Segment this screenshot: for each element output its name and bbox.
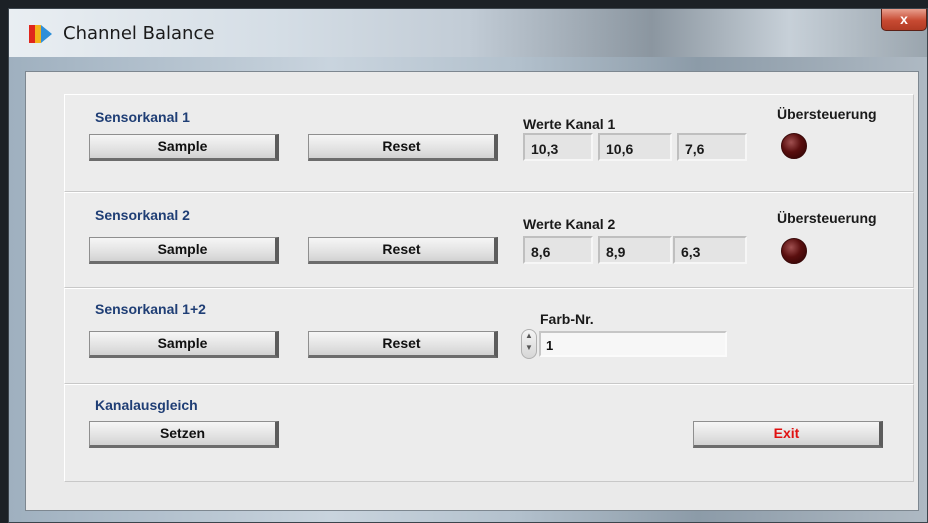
values-label-channel-2: Werte Kanal 2 xyxy=(523,216,616,232)
app-logo-icon xyxy=(29,25,52,43)
section-label: Kanalausgleich xyxy=(95,397,198,413)
section-label: Sensorkanal 1 xyxy=(95,109,190,125)
section-sensor-channel-1: Sensorkanal 1 Sample Reset Werte Kanal 1… xyxy=(64,94,914,192)
overflow-indicator-led-2 xyxy=(781,238,807,264)
dialog-client-area: Sensorkanal 1 Sample Reset Werte Kanal 1… xyxy=(25,71,919,511)
color-number-label: Farb-Nr. xyxy=(540,311,594,327)
reset-button-channel-1[interactable]: Reset xyxy=(308,134,498,161)
value-field-3-channel-2: 6,3 xyxy=(673,236,747,264)
reset-button-channel-2[interactable]: Reset xyxy=(308,237,498,264)
overflow-label-channel-2: Übersteuerung xyxy=(777,210,877,226)
value-field-3-channel-1: 7,6 xyxy=(677,133,747,161)
sample-button-channel-2[interactable]: Sample xyxy=(89,237,279,264)
value-field-1-channel-2: 8,6 xyxy=(523,236,593,264)
window-frame: Channel Balance x Sensorkanal 1 Sample R… xyxy=(8,8,928,523)
overflow-indicator-led-1 xyxy=(781,133,807,159)
exit-button[interactable]: Exit xyxy=(693,421,883,448)
color-number-spinner[interactable]: ▲ ▼ xyxy=(521,329,537,359)
window-title: Channel Balance xyxy=(63,23,215,44)
set-button[interactable]: Setzen xyxy=(89,421,279,448)
value-field-2-channel-2: 8,9 xyxy=(598,236,672,264)
section-sensor-channel-2: Sensorkanal 2 Sample Reset Werte Kanal 2… xyxy=(64,192,914,288)
section-sensor-channel-1-2: Sensorkanal 1+2 Sample Reset Farb-Nr. ▲ ▼… xyxy=(64,288,914,384)
color-number-input[interactable]: 1 xyxy=(539,331,727,357)
value-field-2-channel-1: 10,6 xyxy=(598,133,672,161)
value-field-1-channel-1: 10,3 xyxy=(523,133,593,161)
reset-button-channel-1-2[interactable]: Reset xyxy=(308,331,498,358)
section-label: Sensorkanal 1+2 xyxy=(95,301,206,317)
values-label-channel-1: Werte Kanal 1 xyxy=(523,116,616,132)
title-bar[interactable]: Channel Balance x xyxy=(9,9,927,57)
sample-button-channel-1[interactable]: Sample xyxy=(89,134,279,161)
close-button[interactable]: x xyxy=(881,9,927,31)
sample-button-channel-1-2[interactable]: Sample xyxy=(89,331,279,358)
overflow-label-channel-1: Übersteuerung xyxy=(777,106,877,122)
section-label: Sensorkanal 2 xyxy=(95,207,190,223)
section-channel-balance: Kanalausgleich Setzen Exit xyxy=(64,384,914,482)
